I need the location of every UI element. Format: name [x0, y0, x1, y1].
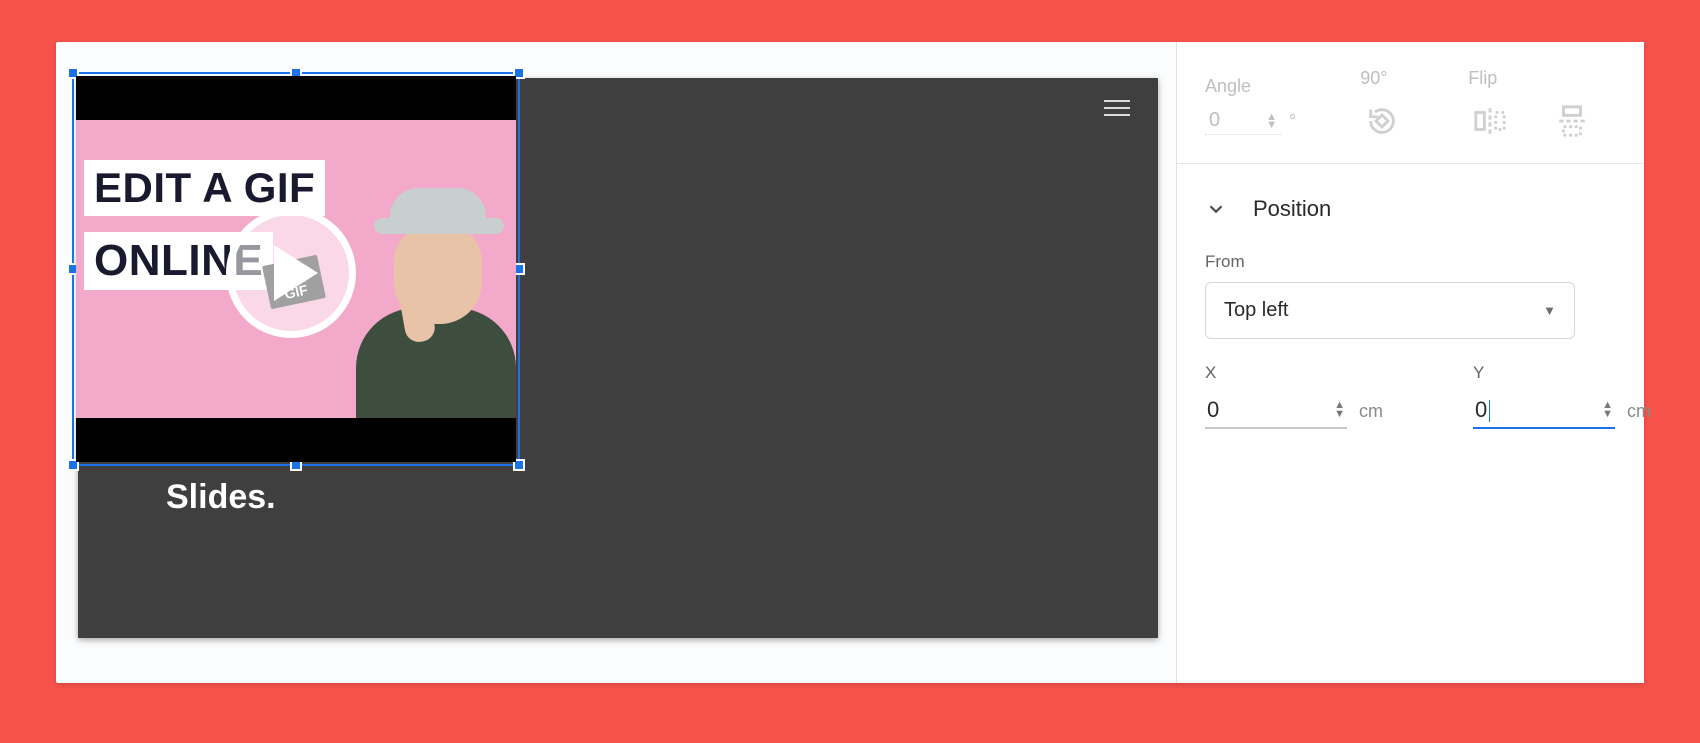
degree-symbol: ° [1289, 111, 1296, 132]
y-label: Y [1473, 363, 1651, 383]
rotate-90-label: 90° [1360, 68, 1404, 89]
video-artwork: EDIT A GIF ONLINE GIF [76, 120, 516, 418]
x-value: 0 [1207, 397, 1219, 423]
x-unit: cm [1359, 401, 1383, 422]
x-stepper-icon[interactable]: ▲▼ [1334, 401, 1345, 419]
hamburger-icon[interactable] [1104, 100, 1130, 116]
slide-caption[interactable]: Slides. [166, 478, 276, 517]
x-input[interactable]: 0 ▲▼ [1205, 393, 1347, 429]
position-section-header[interactable]: Position [1177, 164, 1644, 248]
flip-horizontal-icon[interactable] [1468, 99, 1512, 143]
slide[interactable]: Slides. EDIT A GIF ONLINE GIF [78, 78, 1158, 638]
x-label: X [1205, 363, 1383, 383]
coord-row: X 0 ▲▼ cm Y 0 ▲▼ cm [1177, 359, 1644, 429]
selected-video-element[interactable]: EDIT A GIF ONLINE GIF [72, 72, 520, 466]
angle-stepper-icon[interactable]: ▲▼ [1266, 113, 1277, 129]
text-cursor [1489, 400, 1490, 422]
rotate-90-icon[interactable] [1360, 99, 1404, 143]
from-dropdown[interactable]: Top left ▼ [1205, 282, 1575, 339]
flip-vertical-icon[interactable] [1550, 99, 1594, 143]
play-icon[interactable] [226, 208, 356, 338]
rotation-section: Angle 0 ▲▼ ° 90° [1177, 42, 1644, 163]
position-title: Position [1253, 196, 1331, 222]
y-unit: cm [1627, 401, 1651, 422]
flip-label: Flip [1468, 68, 1594, 89]
app-shell: Slides. EDIT A GIF ONLINE GIF [56, 42, 1644, 683]
angle-input[interactable]: 0 ▲▼ [1205, 107, 1281, 135]
y-input[interactable]: 0 ▲▼ [1473, 393, 1615, 429]
slide-canvas[interactable]: Slides. EDIT A GIF ONLINE GIF [56, 42, 1176, 683]
angle-value: 0 [1209, 109, 1220, 132]
person-illustration [342, 178, 516, 418]
video-thumbnail[interactable]: EDIT A GIF ONLINE GIF [76, 76, 516, 462]
y-group: Y 0 ▲▼ cm [1473, 359, 1651, 429]
flip-group: Flip [1468, 68, 1594, 143]
chevron-down-icon [1205, 198, 1227, 220]
y-value: 0 [1475, 397, 1487, 422]
format-panel: Angle 0 ▲▼ ° 90° [1176, 42, 1644, 683]
dropdown-caret-icon: ▼ [1543, 303, 1556, 318]
from-label: From [1205, 252, 1616, 272]
rotate-90-group: 90° [1360, 68, 1404, 143]
x-group: X 0 ▲▼ cm [1205, 359, 1383, 429]
angle-group: Angle 0 ▲▼ ° [1205, 76, 1296, 135]
y-stepper-icon[interactable]: ▲▼ [1602, 401, 1613, 419]
from-dropdown-value: Top left [1224, 299, 1288, 322]
angle-label: Angle [1205, 76, 1296, 97]
